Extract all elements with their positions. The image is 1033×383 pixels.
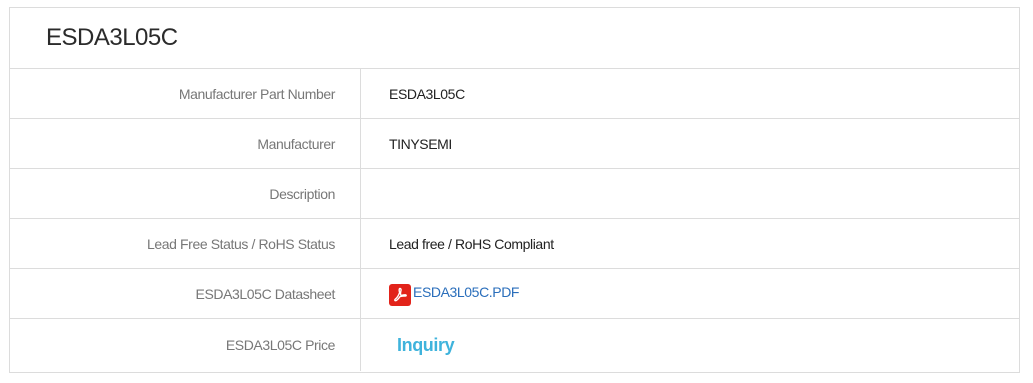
spec-row-price: ESDA3L05C Price Inquiry [10, 319, 1019, 371]
spec-label: Lead Free Status / RoHS Status [10, 219, 361, 268]
part-title: ESDA3L05C [10, 8, 1019, 69]
spec-label: Manufacturer Part Number [10, 69, 361, 118]
spec-value [361, 169, 1019, 218]
datasheet-link[interactable]: ESDA3L05C.PDF [389, 278, 519, 306]
spec-label: ESDA3L05C Datasheet [10, 269, 361, 318]
spec-row-manufacturer: Manufacturer TINYSEMI [10, 119, 1019, 169]
datasheet-link-text: ESDA3L05C.PDF [413, 283, 520, 300]
spec-label: Description [10, 169, 361, 218]
spec-row-rohs-status: Lead Free Status / RoHS Status Lead free… [10, 219, 1019, 269]
spec-label: ESDA3L05C Price [10, 319, 361, 371]
inquiry-link[interactable]: Inquiry [389, 335, 455, 356]
spec-value: ESDA3L05C [389, 85, 465, 102]
spec-row-datasheet: ESDA3L05C Datasheet ESDA3L05C.PDF [10, 269, 1019, 319]
spec-value: ESDA3L05C.PDF [361, 269, 1019, 318]
part-detail-panel: ESDA3L05C Manufacturer Part Number ESDA3… [9, 7, 1020, 373]
spec-row-part-number: Manufacturer Part Number ESDA3L05C [10, 69, 1019, 119]
spec-label: Manufacturer [10, 119, 361, 168]
spec-value: TINYSEMI [389, 135, 452, 152]
spec-value: Lead free / RoHS Compliant [389, 235, 554, 252]
spec-value: Inquiry [361, 319, 1019, 371]
spec-row-description: Description [10, 169, 1019, 219]
pdf-icon [389, 283, 411, 306]
